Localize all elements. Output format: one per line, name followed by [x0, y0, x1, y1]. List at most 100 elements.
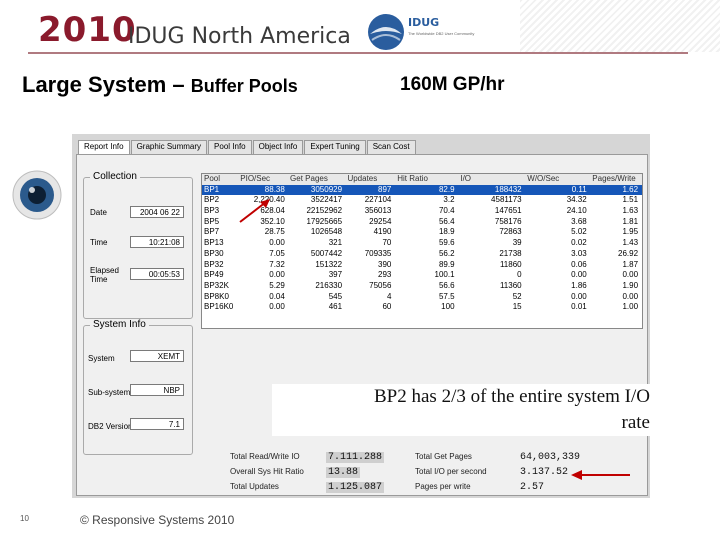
tab-expert-tuning[interactable]: Expert Tuning [304, 140, 366, 154]
pages-per-write-value: 2.57 [520, 482, 545, 493]
table-cell: 147651 [494, 206, 522, 216]
table-cell: 227104 [364, 195, 392, 205]
table-cell: 5007442 [310, 248, 343, 258]
tab-object-info[interactable]: Object Info [252, 140, 304, 154]
table-cell: 18.9 [438, 227, 455, 237]
col-updates[interactable]: Updates [345, 174, 395, 185]
table-cell: BP2 [204, 195, 220, 205]
collection-group: Collection Date 2004 06 22 Time 10:21:08… [83, 171, 193, 319]
table-row[interactable]: BP1 88.38 3050929 897 82.9 188432 0.11 1.62 [202, 184, 642, 196]
table-cell: 390 [378, 259, 392, 269]
header-decoration [520, 0, 720, 52]
table-cell: BP5 [204, 216, 220, 226]
col-wo-sec[interactable]: W/O/Sec [525, 174, 590, 185]
table-cell: 0.00 [622, 270, 639, 280]
table-cell: BP30 [204, 248, 224, 258]
total-updates-text: 1.125.087 [326, 482, 385, 493]
table-cell: 0.11 [571, 184, 587, 194]
table-cell: 89.9 [438, 259, 455, 269]
table-row[interactable]: BP49 0.00 397 293 100.1 0 0.00 0.00 [202, 270, 642, 281]
table-cell: 216330 [315, 280, 343, 290]
system-info-label: System Info [90, 319, 149, 330]
table-cell: 0 [517, 270, 522, 280]
table-cell: BP8K0 [204, 291, 229, 301]
table-cell: 0.00 [571, 270, 587, 280]
table-row[interactable]: BP8K0 0.04 545 4 57.5 52 0.00 0.00 [202, 292, 642, 303]
table-cell: 1.43 [622, 238, 639, 248]
table-row[interactable]: BP30 7.05 5007442 709335 56.2 21738 3.03 26.92 [202, 249, 642, 260]
table-cell: 397 [328, 270, 343, 280]
slide-title-right: 160M GP/hr [400, 74, 505, 95]
date-label: Date [90, 208, 107, 217]
table-cell: 70 [382, 238, 392, 248]
table-cell: 0.00 [269, 238, 285, 248]
table-cell: 26.92 [618, 248, 639, 258]
tab-scan-cost[interactable]: Scan Cost [366, 140, 416, 154]
col-hit-ratio[interactable]: Hit Ratio [395, 174, 458, 185]
table-row[interactable]: BP16K0 0.00 461 60 100 15 0.01 1.00 [202, 302, 642, 313]
date-field[interactable]: 2004 06 22 [130, 206, 184, 218]
table-cell: 88.38 [264, 184, 285, 194]
slide-title: Large System – Buffer Pools [22, 72, 298, 98]
table-row[interactable]: BP13 0.00 321 70 59.6 39 0.02 1.43 [202, 238, 642, 249]
note-line-2: rate [621, 412, 650, 433]
table-cell: 758176 [494, 216, 522, 226]
subsystem-field[interactable]: NBP [130, 384, 184, 396]
elapsed-label: Elapsed Time [90, 266, 119, 284]
table-cell: 28.75 [264, 227, 285, 237]
table-row[interactable]: BP32K 5.29 216330 75056 56.6 11360 1.86 1.90 [202, 281, 642, 292]
col-pool[interactable]: Pool [202, 174, 238, 185]
table-cell: 56.6 [438, 280, 455, 290]
db2-version-label: DB2 Version [88, 422, 133, 431]
col-pio-sec[interactable]: PIO/Sec [238, 174, 288, 185]
table-cell: 7.32 [269, 259, 285, 269]
total-read-write-text: 7.111.288 [326, 452, 385, 463]
col-get-pages[interactable]: Get Pages [288, 174, 345, 185]
table-cell: 1.87 [622, 259, 639, 269]
table-cell: 11860 [499, 259, 522, 269]
tab-pool-info[interactable]: Pool Info [208, 140, 252, 154]
table-cell: 0.06 [571, 259, 587, 269]
table-cell: 3.2 [443, 195, 455, 205]
table-cell: 39 [512, 238, 522, 248]
table-cell: 188432 [494, 184, 522, 194]
table-row[interactable]: BP32 7.32 151322 390 89.9 11860 0.06 1.87 [202, 260, 642, 271]
col-pages-write[interactable]: Pages/Write [590, 174, 642, 185]
table-cell: 34.32 [566, 195, 587, 205]
table-cell: 461 [328, 302, 343, 312]
pages-per-write-label: Pages per write [415, 482, 471, 491]
table-cell: 0.00 [571, 291, 587, 301]
table-header: Pool PIO/Sec Get Pages Updates Hit Ratio… [202, 174, 642, 185]
table-cell: 0.00 [269, 270, 285, 280]
table-cell: 0.01 [571, 302, 587, 312]
table-cell: 0.04 [269, 291, 285, 301]
red-arrow-icon [239, 199, 270, 223]
table-cell: BP3 [204, 206, 220, 216]
time-field[interactable]: 10:21:08 [130, 236, 184, 248]
elapsed-field[interactable]: 00:05:53 [130, 268, 184, 280]
table-cell: 897 [378, 184, 392, 194]
time-label: Time [90, 238, 108, 247]
system-field[interactable]: XEMT [130, 350, 184, 362]
table-cell: 82.9 [438, 184, 455, 194]
table-cell: 15 [512, 302, 522, 312]
col-io[interactable]: I/O [458, 174, 525, 185]
total-get-pages-value: 64,003,339 [520, 452, 581, 463]
hit-ratio-value: 13.88 [326, 467, 361, 478]
table-cell: 5.02 [571, 227, 587, 237]
table-cell: 0.00 [622, 291, 639, 301]
db2-version-field[interactable]: 7.1 [130, 418, 184, 430]
table-cell: 60 [382, 302, 392, 312]
table-cell: 100.1 [434, 270, 455, 280]
idug-logo-icon [368, 14, 404, 50]
table-cell: 1.00 [622, 302, 639, 312]
hit-ratio-text: 13.88 [326, 467, 361, 478]
tab-graphic-summary[interactable]: Graphic Summary [130, 140, 208, 154]
table-cell: BP7 [204, 227, 220, 237]
table-cell: 0.00 [269, 302, 285, 312]
table-cell: 7.05 [269, 248, 285, 258]
app-window: Report Info Graphic Summary Pool Info Ob… [72, 134, 650, 498]
tab-report-info[interactable]: Report Info [78, 140, 130, 154]
table-row[interactable]: BP7 28.75 1026548 4190 18.9 72863 5.02 1.95 [202, 227, 642, 238]
copyright: © Responsive Systems 2010 [80, 513, 235, 527]
